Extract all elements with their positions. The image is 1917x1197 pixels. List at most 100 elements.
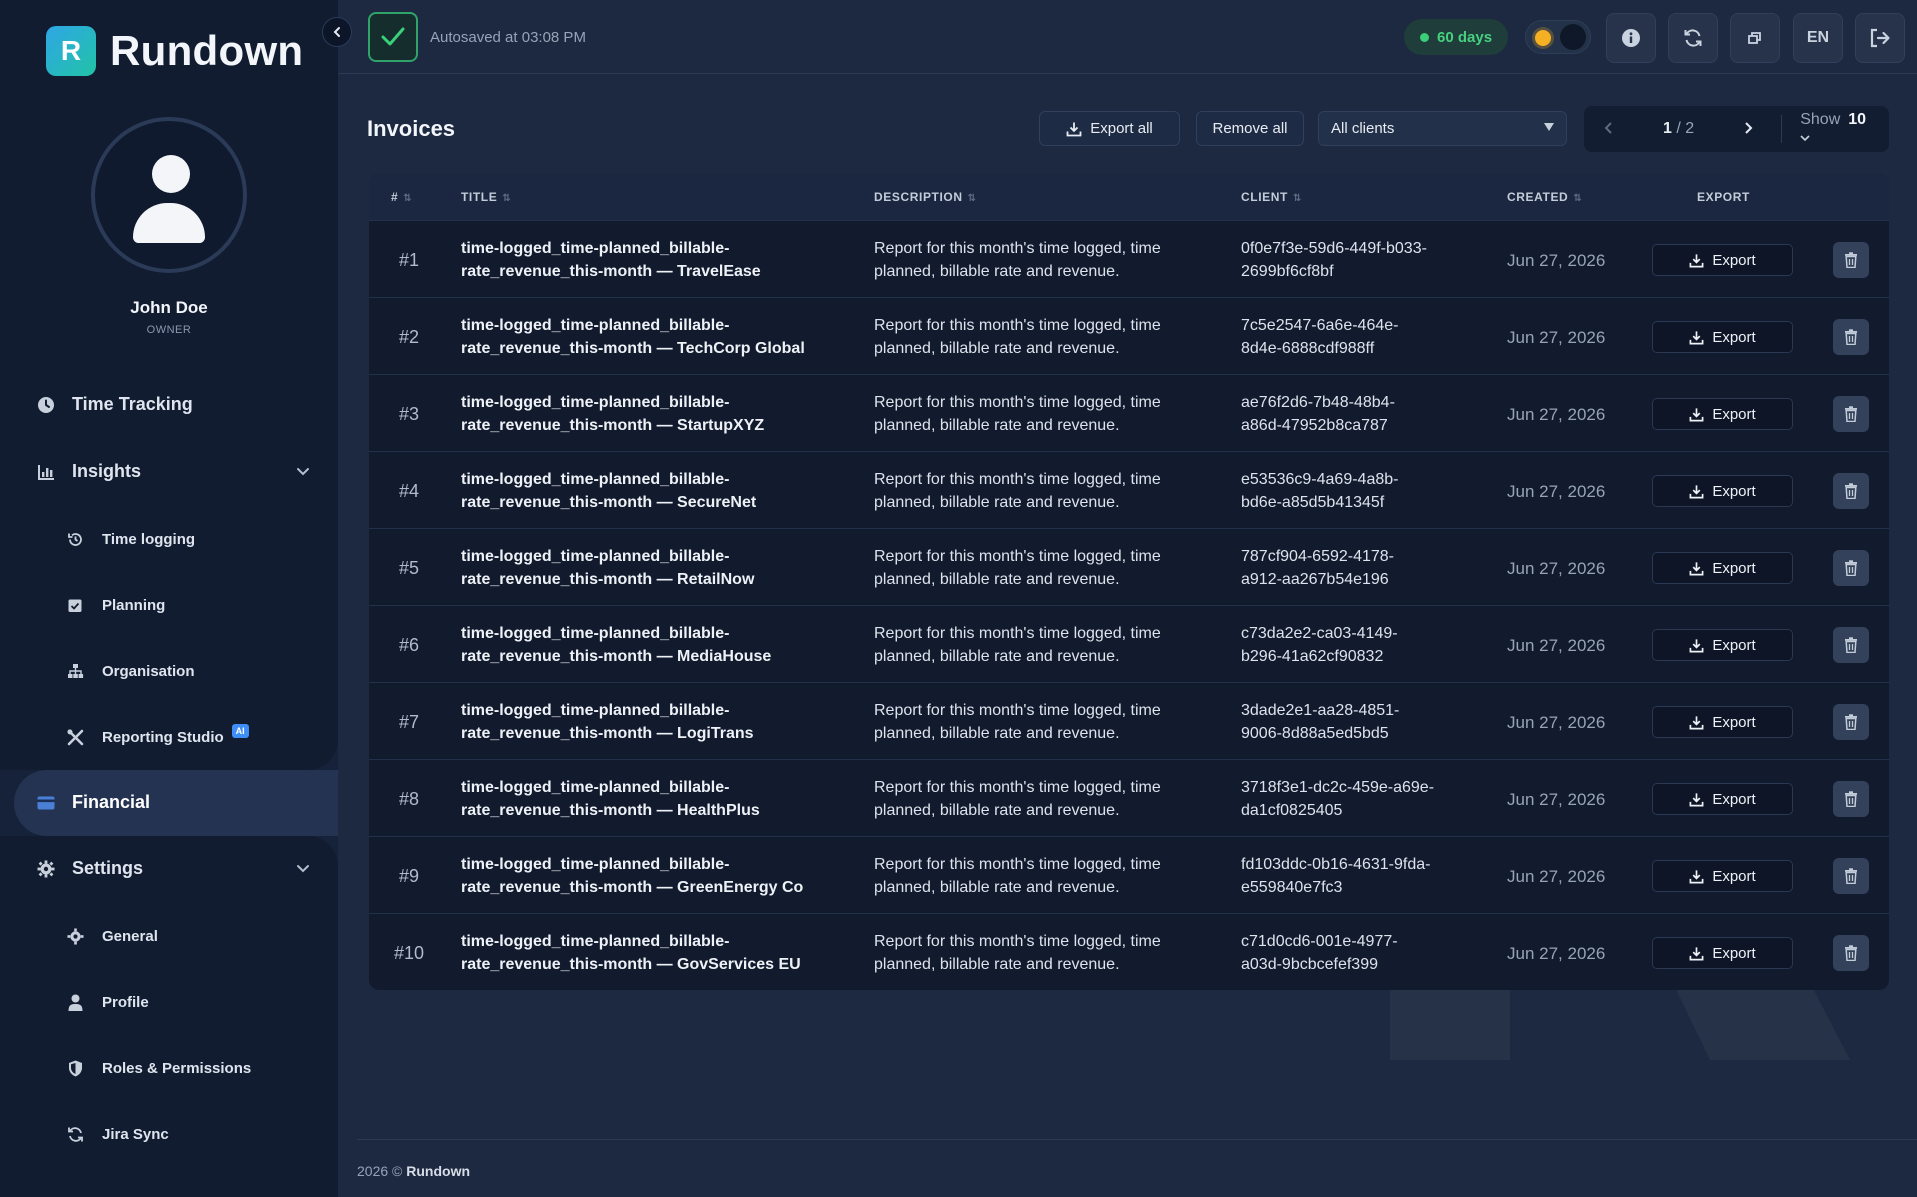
export-button[interactable]: Export — [1652, 629, 1793, 661]
sidebar-item-general[interactable]: General — [66, 926, 158, 946]
invoice-title-line: time-logged_time-planned_billable- — [461, 933, 730, 950]
trash-icon — [1845, 329, 1857, 345]
table-row[interactable]: #5 time-logged_time-planned_billable-rate… — [369, 528, 1889, 605]
sidebar-item-roles-permissions[interactable]: Roles & Permissions — [66, 1058, 251, 1078]
invoice-client-id: e53536c9-4a69-4a8b-bd6e-a85d5b41345f — [1241, 468, 1481, 514]
invoice-title: time-logged_time-planned_billable-rate_r… — [461, 468, 851, 514]
invoice-description-line: Report for this month's time logged, tim… — [874, 933, 1161, 950]
export-button[interactable]: Export — [1652, 244, 1793, 276]
autosave-status-button[interactable] — [368, 12, 418, 62]
table-row[interactable]: #8 time-logged_time-planned_billable-rate… — [369, 759, 1889, 836]
export-label: Export — [1712, 944, 1756, 962]
sidebar-item-settings[interactable]: Settings — [36, 858, 326, 879]
sidebar-item-label: Settings — [72, 858, 144, 878]
table-row[interactable]: #4 time-logged_time-planned_billable-rate… — [369, 451, 1889, 528]
client-id-line: 2699bf6cf8bf — [1241, 263, 1334, 280]
table-row[interactable]: #7 time-logged_time-planned_billable-rate… — [369, 682, 1889, 759]
export-button[interactable]: Export — [1652, 783, 1793, 815]
invoice-description: Report for this month's time logged, tim… — [874, 391, 1214, 437]
export-button[interactable]: Export — [1652, 937, 1793, 969]
logout-button[interactable] — [1855, 13, 1905, 63]
info-button[interactable] — [1606, 13, 1656, 63]
refresh-button[interactable] — [1668, 13, 1718, 63]
export-all-button[interactable]: Export all — [1039, 111, 1180, 146]
show-label: Show — [1800, 111, 1841, 128]
client-id-line: fd103ddc-0b16-4631-9fda- — [1241, 856, 1431, 873]
sidebar-item-time-tracking[interactable]: Time Tracking — [36, 394, 193, 415]
export-button[interactable]: Export — [1652, 321, 1793, 353]
delete-button[interactable] — [1833, 858, 1869, 894]
remove-all-button[interactable]: Remove all — [1196, 111, 1304, 146]
export-button[interactable]: Export — [1652, 475, 1793, 507]
sidebar-item-jira-sync[interactable]: Jira Sync — [66, 1124, 169, 1144]
page-size-select[interactable]: Show 10 — [1800, 111, 1889, 147]
prev-page-button[interactable] — [1584, 119, 1634, 140]
column-header-num[interactable]: # ⇅ — [391, 190, 412, 204]
sidebar-item-organisation[interactable]: Organisation — [66, 661, 195, 681]
sidebar-item-label: Roles & Permissions — [102, 1059, 252, 1077]
delete-button[interactable] — [1833, 473, 1869, 509]
chevron-left-icon — [333, 27, 340, 37]
language-button[interactable]: EN — [1793, 13, 1843, 63]
caret-down-icon — [1544, 123, 1554, 131]
sidebar-item-reporting-studio[interactable]: Reporting Studio AI — [66, 724, 249, 747]
delete-button[interactable] — [1833, 550, 1869, 586]
invoice-title-line: rate_revenue_this-month — SecureNet — [461, 494, 757, 511]
collapse-sidebar-button[interactable] — [322, 17, 352, 47]
export-label: Export — [1712, 559, 1756, 577]
column-header-label: # — [391, 190, 399, 204]
invoice-client-id: ae76f2d6-7b48-48b4- a86d-47952b8ca787 — [1241, 391, 1481, 437]
column-header-created[interactable]: CREATED ⇅ — [1507, 190, 1582, 204]
theme-toggle[interactable] — [1525, 20, 1591, 54]
sidebar-item-profile[interactable]: Profile — [66, 992, 149, 1012]
invoice-client-id: 3dade2e1-aa28-4851- 9006-8d88a5ed5bd5 — [1241, 699, 1481, 745]
table-row[interactable]: #9 time-logged_time-planned_billable-rate… — [369, 836, 1889, 913]
table-row[interactable]: #1 time-logged_time-planned_billable-rate… — [369, 220, 1889, 297]
export-button[interactable]: Export — [1652, 398, 1793, 430]
sidebar-item-label: Organisation — [102, 662, 195, 680]
avatar[interactable] — [91, 117, 247, 273]
column-header-title[interactable]: TITLE ⇅ — [461, 190, 511, 204]
next-page-button[interactable] — [1723, 119, 1773, 140]
ai-badge: AI — [231, 724, 249, 738]
chevron-down-icon[interactable] — [296, 861, 310, 880]
table-row[interactable]: #3 time-logged_time-planned_billable-rate… — [369, 374, 1889, 451]
invoice-title-line: time-logged_time-planned_billable- — [461, 856, 730, 873]
invoice-number: #5 — [398, 558, 420, 578]
trash-icon — [1845, 560, 1857, 576]
delete-button[interactable] — [1833, 242, 1869, 278]
export-button[interactable]: Export — [1652, 860, 1793, 892]
chevron-down-icon[interactable] — [296, 464, 310, 483]
table-row[interactable]: #6 time-logged_time-planned_billable-rate… — [369, 605, 1889, 682]
delete-button[interactable] — [1833, 935, 1869, 971]
status-dot-icon — [1420, 32, 1429, 42]
invoice-created-date: Jun 27, 2026 — [1507, 713, 1606, 732]
invoice-description-line: Report for this month's time logged, tim… — [874, 856, 1161, 873]
window-restore-button[interactable] — [1730, 13, 1780, 63]
table-row[interactable]: #10 time-logged_time-planned_billable-rat… — [369, 913, 1889, 990]
brand[interactable]: R Rundown — [46, 26, 303, 76]
export-button[interactable]: Export — [1652, 706, 1793, 738]
sidebar-item-insights[interactable]: Insights — [36, 461, 326, 482]
trash-icon — [1845, 868, 1857, 884]
sidebar-item-planning[interactable]: Planning — [66, 595, 165, 615]
export-button[interactable]: Export — [1652, 552, 1793, 584]
credit-card-icon — [36, 793, 56, 813]
export-label: Export — [1712, 482, 1756, 500]
delete-button[interactable] — [1833, 704, 1869, 740]
sidebar-item-financial[interactable]: Financial — [36, 792, 150, 813]
client-id-line: 3dade2e1-aa28-4851- — [1241, 702, 1400, 719]
delete-button[interactable] — [1833, 781, 1869, 817]
table-row[interactable]: #2 time-logged_time-planned_billable-rate… — [369, 297, 1889, 374]
delete-button[interactable] — [1833, 627, 1869, 663]
client-filter-select[interactable]: All clients — [1318, 111, 1567, 146]
invoice-description-line: Report for this month's time logged, tim… — [874, 317, 1161, 334]
delete-button[interactable] — [1833, 319, 1869, 355]
trial-days-badge[interactable]: 60 days — [1404, 19, 1509, 55]
invoice-title: time-logged_time-planned_billable-rate_r… — [461, 391, 851, 437]
column-header-description[interactable]: DESCRIPTION ⇅ — [874, 190, 977, 204]
download-icon — [1689, 561, 1704, 575]
column-header-client[interactable]: CLIENT ⇅ — [1241, 190, 1302, 204]
delete-button[interactable] — [1833, 396, 1869, 432]
sidebar-item-time-logging[interactable]: Time logging — [66, 529, 195, 549]
